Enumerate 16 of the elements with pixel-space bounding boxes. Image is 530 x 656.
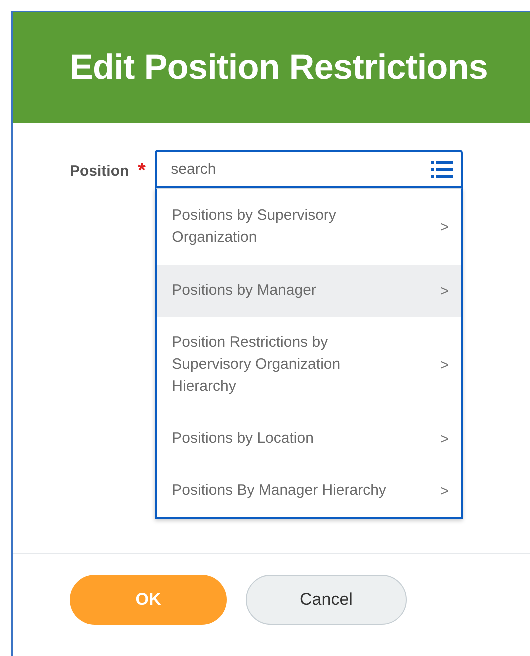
chevron-icon: > (440, 430, 450, 448)
chevron-icon: > (440, 482, 450, 500)
menu-item[interactable]: Positions by Location > (157, 413, 462, 465)
menu-item[interactable]: Positions by Manager > (157, 265, 462, 317)
cancel-button[interactable]: Cancel (246, 575, 407, 625)
required-mark: * (138, 160, 147, 183)
chevron-icon: > (440, 356, 450, 374)
chevron-icon: > (440, 282, 450, 300)
chevron-icon: > (440, 218, 450, 236)
list-icon[interactable] (431, 161, 454, 178)
page-title: Edit Position Restrictions (70, 48, 488, 88)
search-field[interactable]: search (155, 150, 464, 188)
menu-item[interactable]: Positions By Manager Hierarchy > (157, 465, 462, 517)
field-label: Position (70, 163, 130, 180)
menu-item[interactable]: Position Restrictions by Supervisory Organization Hierarchy > (157, 317, 462, 413)
menu-item[interactable]: Positions by Supervisory Organization > (157, 189, 462, 265)
